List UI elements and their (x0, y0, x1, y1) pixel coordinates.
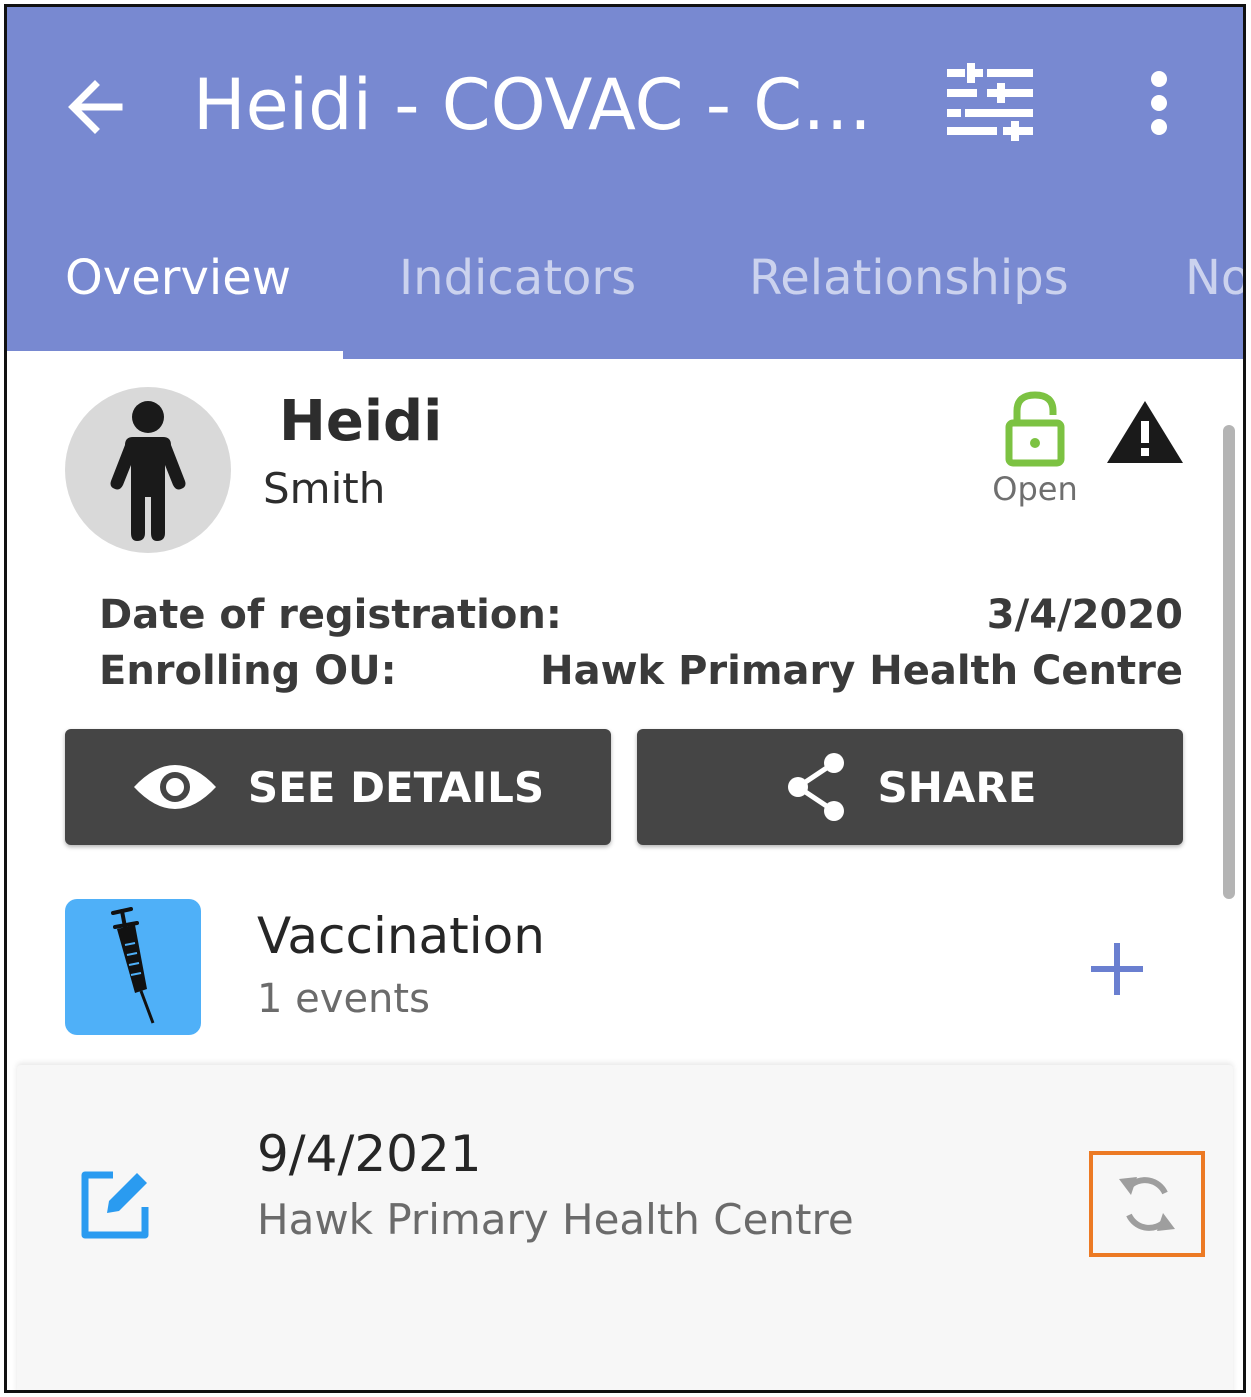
back-arrow-icon (68, 80, 123, 134)
active-tab-indicator (7, 351, 343, 359)
lock-open-icon (1005, 391, 1065, 467)
app-bar: Heidi - COVAC - CO... Overview Indicator… (7, 7, 1243, 359)
event-card[interactable]: 9/4/2021 Hawk Primary Health Centre (17, 1065, 1233, 1390)
last-name: Smith (263, 464, 386, 513)
filter-icon (947, 63, 1033, 141)
sync-button[interactable] (1089, 1151, 1205, 1257)
person-icon (110, 401, 186, 541)
registration-date-label: Date of registration: (99, 592, 562, 638)
edit-event-button[interactable] (73, 1163, 157, 1247)
eye-icon (133, 765, 216, 809)
sync-icon (1119, 1177, 1175, 1231)
program-stage-icon (65, 899, 201, 1035)
warning-button[interactable] (1105, 397, 1185, 467)
tab-overview[interactable]: Overview (65, 233, 291, 359)
syringe-icon (111, 907, 155, 1024)
filter-button[interactable] (943, 61, 1043, 145)
see-details-button[interactable]: SEE DETAILS (65, 729, 611, 845)
tab-indicators[interactable]: Indicators (399, 233, 636, 359)
scrollbar[interactable] (1223, 425, 1235, 899)
first-name: Heidi (279, 389, 443, 454)
event-date: 9/4/2021 (257, 1125, 482, 1183)
enrollment-status-button[interactable] (1003, 391, 1067, 469)
program-stage-name: Vaccination (257, 907, 545, 965)
more-options-button[interactable] (1129, 61, 1189, 145)
enrolling-ou-value: Hawk Primary Health Centre (540, 648, 1183, 694)
avatar (65, 387, 231, 553)
registration-date-value: 3/4/2020 (986, 592, 1183, 638)
share-button[interactable]: SHARE (637, 729, 1183, 845)
share-label: SHARE (877, 762, 1037, 812)
back-button[interactable] (57, 67, 137, 147)
warning-icon (1107, 401, 1183, 463)
app-screen: Heidi - COVAC - CO... Overview Indicator… (4, 4, 1246, 1393)
add-event-button[interactable] (1085, 937, 1149, 1001)
more-vert-icon (1151, 71, 1167, 135)
program-stage-event-count: 1 events (257, 976, 430, 1022)
enrolling-ou-label: Enrolling OU: (99, 648, 397, 694)
edit-icon (81, 1171, 149, 1239)
status-label: Open (992, 470, 1078, 508)
page-title: Heidi - COVAC - CO... (193, 64, 913, 146)
plus-icon (1091, 943, 1143, 995)
tab-bar: Overview Indicators Relationships No (7, 233, 1243, 359)
see-details-label: SEE DETAILS (247, 762, 545, 812)
event-org-unit: Hawk Primary Health Centre (257, 1195, 854, 1244)
tab-notes[interactable]: No (1185, 233, 1243, 359)
share-icon (787, 753, 844, 821)
tab-relationships[interactable]: Relationships (749, 233, 1069, 359)
